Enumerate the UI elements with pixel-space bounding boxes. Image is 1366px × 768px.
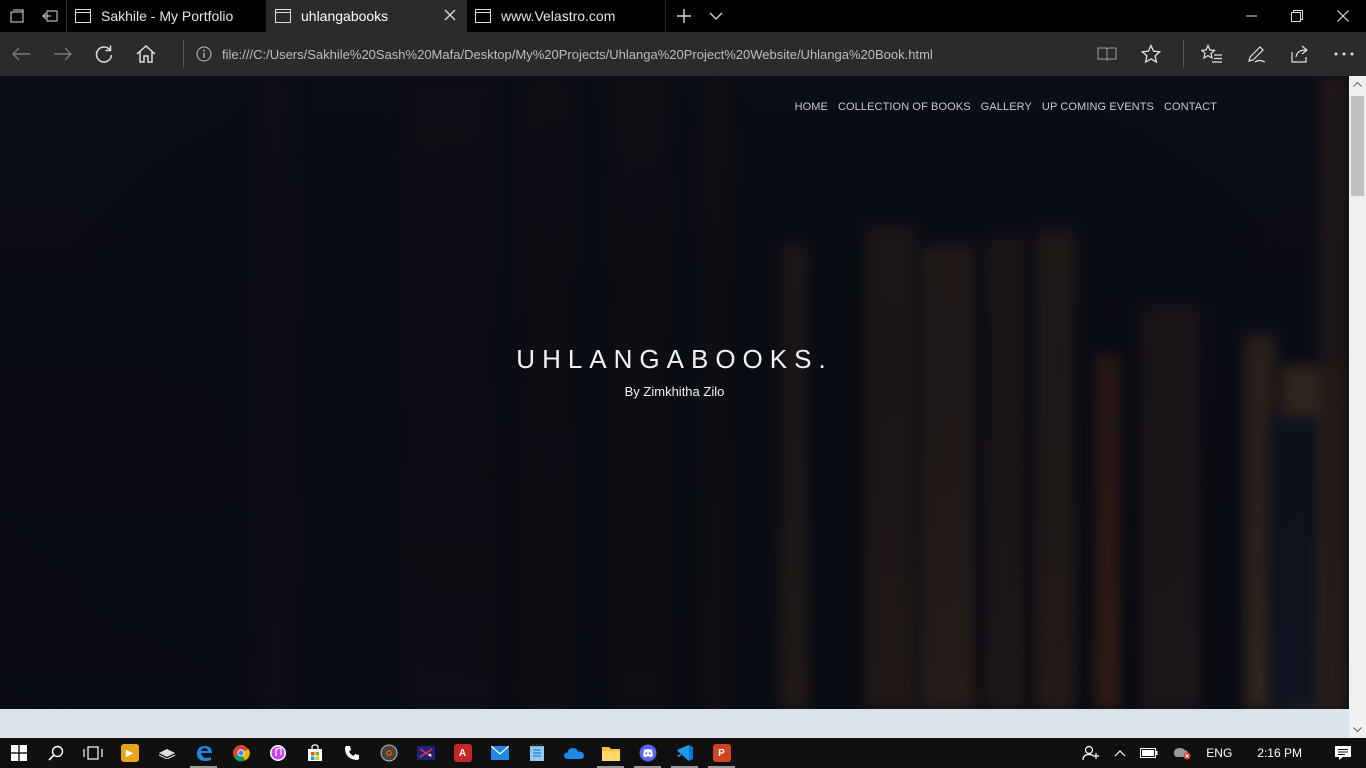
discord-icon[interactable] [629, 738, 666, 768]
edge-icon[interactable] [185, 738, 222, 768]
windows-taskbar: ▶ A P ENG 2:16 PM [0, 738, 1366, 768]
nav-collection-link[interactable]: COLLECTION OF BOOKS [838, 101, 971, 113]
page-icon [75, 9, 91, 23]
share-icon[interactable] [1278, 32, 1322, 76]
media-disc-icon[interactable] [370, 738, 407, 768]
page-icon [275, 9, 291, 23]
scrollbar-thumb[interactable] [1351, 96, 1364, 196]
home-button[interactable] [125, 32, 167, 76]
start-icon[interactable] [0, 738, 37, 768]
address-bar[interactable]: file:///C:/Users/Sakhile%20Sash%20Mafa/D… [196, 38, 1081, 70]
network-disconnected-icon[interactable] [1165, 738, 1199, 768]
web-note-pen-icon[interactable] [1234, 32, 1278, 76]
nav-events-link[interactable]: UP COMING EVENTS [1042, 101, 1154, 113]
site-info-icon[interactable] [196, 46, 212, 62]
powerpoint-icon[interactable]: P [703, 738, 740, 768]
system-tray: ENG 2:16 PM [1075, 738, 1366, 768]
nav-home-link[interactable]: HOME [795, 101, 828, 113]
favorite-star-icon[interactable] [1129, 32, 1173, 76]
file-explorer-icon[interactable] [592, 738, 629, 768]
hero-subtitle: By Zimkhitha Zilo [624, 384, 725, 399]
nav-gallery-link[interactable]: GALLERY [981, 101, 1032, 113]
battery-icon[interactable] [1133, 738, 1165, 768]
action-center-icon[interactable] [1320, 738, 1366, 768]
browser-tab-strip: Sakhile - My Portfolio uhlangabooks www.… [0, 0, 1366, 32]
refresh-button[interactable] [84, 32, 126, 76]
tab-title: www.Velastro.com [501, 8, 616, 24]
toolbar-divider [183, 40, 185, 68]
site-navigation: HOME COLLECTION OF BOOKS GALLERY UP COMI… [795, 101, 1217, 113]
tab-preview-chevron-icon[interactable] [701, 0, 731, 32]
address-url[interactable]: file:///C:/Users/Sakhile%20Sash%20Mafa/D… [222, 47, 933, 62]
phone-icon[interactable] [333, 738, 370, 768]
browser-toolbar: file:///C:/Users/Sakhile%20Sash%20Mafa/D… [0, 32, 1366, 76]
hero-section: HOME COLLECTION OF BOOKS GALLERY UP COMI… [0, 76, 1349, 709]
restore-button[interactable] [1274, 0, 1320, 32]
notepad-icon[interactable] [518, 738, 555, 768]
scroll-up-arrow-icon[interactable] [1349, 76, 1366, 93]
forward-button[interactable] [42, 32, 84, 76]
close-window-button[interactable] [1320, 0, 1366, 32]
keyboard-app-icon[interactable] [148, 738, 185, 768]
hero-title: UHLANGABOOKS. [516, 344, 833, 374]
page-icon [475, 9, 491, 23]
search-icon[interactable] [37, 738, 74, 768]
page-scrollbar[interactable] [1349, 76, 1366, 738]
clock[interactable]: 2:16 PM [1239, 738, 1320, 768]
onedrive-icon[interactable] [555, 738, 592, 768]
mail-icon[interactable] [481, 738, 518, 768]
tab-title: uhlangabooks [301, 8, 389, 24]
minimize-button[interactable] [1228, 0, 1274, 32]
language-indicator[interactable]: ENG [1199, 738, 1239, 768]
store-icon[interactable] [296, 738, 333, 768]
tab-title: Sakhile - My Portfolio [101, 8, 234, 24]
reading-view-icon[interactable] [1085, 32, 1129, 76]
tab-manager-icon[interactable] [0, 0, 33, 32]
more-options-icon[interactable] [1322, 32, 1366, 76]
people-icon[interactable] [1075, 738, 1107, 768]
new-tab-button[interactable] [667, 0, 701, 32]
acrobat-icon[interactable]: A [444, 738, 481, 768]
nav-contact-link[interactable]: CONTACT [1164, 101, 1217, 113]
tab-portfolio[interactable]: Sakhile - My Portfolio [66, 0, 266, 32]
tab-uhlangabooks[interactable]: uhlangabooks [266, 0, 466, 32]
itunes-icon[interactable] [259, 738, 296, 768]
favorites-hub-icon[interactable] [1190, 32, 1234, 76]
task-view-icon[interactable] [74, 738, 111, 768]
set-aside-tabs-icon[interactable] [33, 0, 66, 32]
page-viewport: HOME COLLECTION OF BOOKS GALLERY UP COMI… [0, 76, 1349, 738]
tab-velastro[interactable]: www.Velastro.com [466, 0, 666, 32]
network-app-icon[interactable] [407, 738, 444, 768]
scroll-down-arrow-icon[interactable] [1349, 721, 1366, 738]
show-hidden-icons-chevron-icon[interactable] [1107, 738, 1133, 768]
media-player-icon[interactable]: ▶ [111, 738, 148, 768]
back-button[interactable] [0, 32, 42, 76]
close-tab-icon[interactable] [444, 9, 456, 21]
chrome-icon[interactable] [222, 738, 259, 768]
toolbar-divider [1183, 40, 1185, 68]
vscode-icon[interactable] [666, 738, 703, 768]
